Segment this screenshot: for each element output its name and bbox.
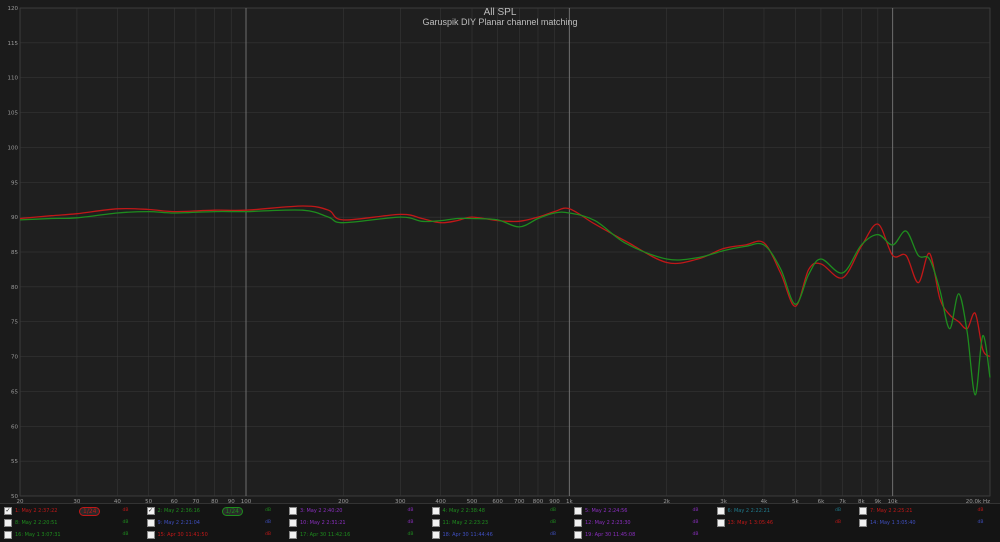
legend-checkbox[interactable] <box>716 519 725 527</box>
legend-label: 4: May 2 2:38:48 <box>442 508 485 514</box>
legend-item[interactable]: 11: May 2 2:23:23 <box>431 517 489 529</box>
legend-label: 14: May 1 3:05:40 <box>870 520 916 526</box>
legend-checkbox[interactable]: ✓ <box>4 507 12 515</box>
db-icon[interactable]: dB <box>265 532 271 537</box>
y-tick-label: 90 <box>11 215 18 221</box>
legend-label: 6: May 2 2:22:21 <box>727 508 770 514</box>
db-icon[interactable]: dB <box>123 532 129 537</box>
y-tick-label: 70 <box>11 355 18 361</box>
legend-label: 16: May 1 3:07:31 <box>15 532 61 538</box>
measurement-legend: ✓ 1: May 2 2:37:22 1/24 dB ✓ 2: May 2 2:36:16… <box>0 503 1000 542</box>
y-tick-label: 115 <box>8 41 19 47</box>
legend-checkbox[interactable] <box>574 531 582 539</box>
db-icon[interactable]: dB <box>550 532 556 537</box>
legend-label: 8: May 2 2:20:51 <box>15 520 58 526</box>
y-tick-label: 85 <box>11 250 18 256</box>
legend-label: 1: May 2 2:37:22 <box>15 508 58 514</box>
legend-item[interactable]: 9: May 2 2:21:04 <box>146 517 200 529</box>
y-tick-label: 75 <box>11 320 18 326</box>
legend-label: 10: May 2 2:31:21 <box>300 520 346 526</box>
legend-item[interactable]: ✓ 1: May 2 2:37:22 <box>4 505 57 517</box>
spl-chart: 20 30 40 50 60 70 80 90 100 200 300 400 500 600 700 800… <box>8 6 991 503</box>
db-icon[interactable]: dB <box>835 508 841 513</box>
y-tick-label: 65 <box>11 389 18 395</box>
y-tick-label: 120 <box>8 6 19 12</box>
db-icon[interactable]: dB <box>408 508 414 513</box>
legend-checkbox[interactable] <box>146 531 155 539</box>
legend-item[interactable]: 12: May 2 2:23:30 <box>574 517 631 529</box>
legend-checkbox[interactable] <box>431 519 440 527</box>
legend-checkbox[interactable]: ✓ <box>146 507 155 515</box>
legend-item[interactable]: 6: May 2 2:22:21 <box>716 505 770 517</box>
legend-checkbox[interactable] <box>146 519 155 527</box>
legend-checkbox[interactable] <box>4 531 12 539</box>
legend-label: 3: May 2 2:40:20 <box>300 508 343 514</box>
smoothing-badge[interactable]: 1/24 <box>221 507 243 516</box>
db-icon[interactable]: dB <box>978 520 984 525</box>
legend-item[interactable]: 7: May 2 2:25:21 <box>859 505 912 517</box>
smoothing-badge[interactable]: 1/24 <box>79 507 101 516</box>
y-axis-ticks: 50 55 60 65 70 75 80 85 90 95 100 105 110 115 120 <box>8 6 19 500</box>
legend-label: 12: May 2 2:23:30 <box>585 520 631 526</box>
legend-checkbox[interactable] <box>4 519 12 527</box>
legend-item[interactable]: 16: May 1 3:07:31 <box>4 529 61 541</box>
db-icon[interactable]: dB <box>265 520 271 525</box>
legend-item[interactable]: 5: May 2 2:24:56 <box>574 505 627 517</box>
db-icon[interactable]: dB <box>693 508 699 513</box>
y-tick-label: 50 <box>11 494 18 500</box>
legend-checkbox[interactable] <box>289 519 297 527</box>
legend-label: 19: Apr 30 11:45:08 <box>585 532 636 538</box>
legend-label: 9: May 2 2:21:04 <box>157 520 200 526</box>
legend-checkbox[interactable] <box>289 507 297 515</box>
legend-item[interactable]: 19: Apr 30 11:45:08 <box>574 529 635 541</box>
legend-label: 7: May 2 2:25:21 <box>870 508 913 514</box>
db-icon[interactable]: dB <box>693 532 699 537</box>
legend-label: 13: May 1 3:05:46 <box>727 520 774 526</box>
legend-checkbox[interactable] <box>431 531 440 539</box>
legend-label: 5: May 2 2:24:56 <box>585 508 628 514</box>
legend-checkbox[interactable] <box>574 519 582 527</box>
legend-item[interactable]: 8: May 2 2:20:51 <box>4 517 57 529</box>
db-icon[interactable]: dB <box>123 508 129 513</box>
y-tick-label: 110 <box>8 76 19 82</box>
y-tick-label: 105 <box>8 111 19 117</box>
legend-item[interactable]: 17: Apr 30 11:42:16 <box>289 529 350 541</box>
legend-label: 11: May 2 2:23:23 <box>442 520 489 526</box>
db-icon[interactable]: dB <box>693 520 699 525</box>
db-icon[interactable]: dB <box>550 508 556 513</box>
legend-label: 17: Apr 30 11:42:16 <box>300 532 351 538</box>
db-icon[interactable]: dB <box>265 508 271 513</box>
legend-checkbox[interactable] <box>289 531 297 539</box>
y-tick-label: 55 <box>11 459 18 465</box>
db-icon[interactable]: dB <box>550 520 556 525</box>
legend-checkbox[interactable] <box>859 519 867 527</box>
db-icon[interactable]: dB <box>408 532 414 537</box>
y-tick-label: 60 <box>11 424 18 430</box>
legend-item[interactable]: 10: May 2 2:31:21 <box>289 517 346 529</box>
chart-subtitle: Garuspik DIY Planar channel matching <box>423 17 578 27</box>
legend-item[interactable]: 13: May 1 3:05:46 <box>716 517 774 529</box>
db-icon[interactable]: dB <box>835 520 841 525</box>
legend-item[interactable]: ✓ 2: May 2 2:36:16 <box>146 505 200 517</box>
y-tick-label: 100 <box>8 145 19 151</box>
legend-label: 2: May 2 2:36:16 <box>157 508 200 514</box>
legend-item[interactable]: 15: Apr 30 11:41:50 <box>146 529 208 541</box>
db-icon[interactable]: dB <box>123 520 129 525</box>
y-tick-label: 95 <box>11 180 18 186</box>
legend-item[interactable]: 18: Apr 30 11:44:46 <box>431 529 493 541</box>
legend-item[interactable]: 4: May 2 2:38:48 <box>431 505 485 517</box>
legend-item[interactable]: 3: May 2 2:40:20 <box>289 505 342 517</box>
legend-item[interactable]: 14: May 1 3:05:40 <box>859 517 916 529</box>
legend-label: 18: Apr 30 11:44:46 <box>442 532 493 538</box>
legend-checkbox[interactable] <box>431 507 440 515</box>
y-tick-label: 80 <box>11 285 18 291</box>
chart-grid <box>19 7 991 497</box>
db-icon[interactable]: dB <box>408 520 414 525</box>
legend-label: 15: Apr 30 11:41:50 <box>157 532 208 538</box>
legend-checkbox[interactable] <box>859 507 867 515</box>
legend-checkbox[interactable] <box>574 507 582 515</box>
legend-checkbox[interactable] <box>716 507 725 515</box>
db-icon[interactable]: dB <box>978 508 984 513</box>
